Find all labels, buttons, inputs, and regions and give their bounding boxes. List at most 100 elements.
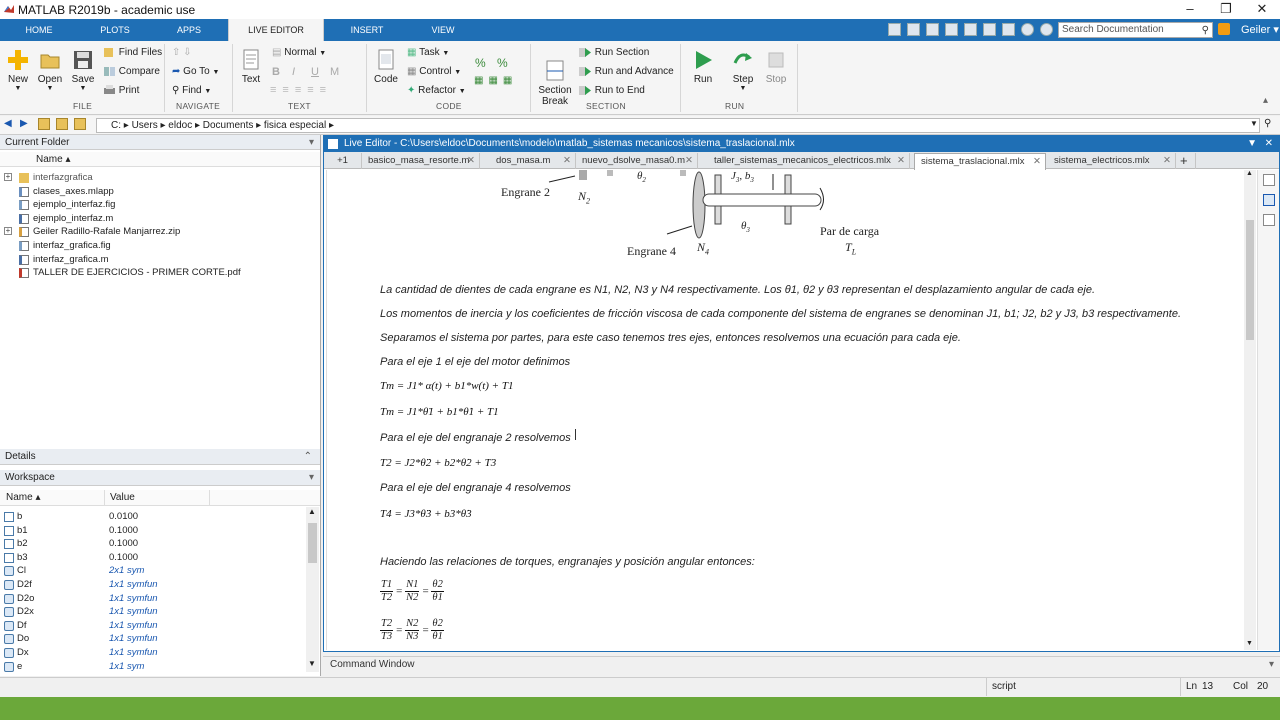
search-documentation-input[interactable]: Search Documentation ⚲ bbox=[1058, 22, 1213, 38]
workspace-row[interactable]: b 0.0100 bbox=[0, 510, 306, 524]
close-tab-icon[interactable]: ✕ bbox=[685, 153, 693, 168]
output-right-icon[interactable] bbox=[1263, 194, 1275, 206]
run-section-button[interactable]: Run Section bbox=[579, 47, 649, 58]
workspace-row[interactable]: D2f 1x1 symfun bbox=[0, 578, 306, 592]
equation-1[interactable]: Tm = J1* α(t) + b1*w(t) + T1 bbox=[380, 380, 513, 392]
tab-live-editor[interactable]: LIVE EDITOR bbox=[228, 19, 324, 41]
tab-plots[interactable]: PLOTS bbox=[84, 19, 146, 41]
workspace-row[interactable]: D2x 1x1 symfun bbox=[0, 605, 306, 619]
back-forward-arrows[interactable]: ⇧ ⇩ bbox=[172, 47, 192, 58]
file-tab[interactable]: nuevo_dsolve_masa0.m ✕ bbox=[576, 153, 698, 169]
close-tab-icon[interactable]: ✕ bbox=[563, 153, 571, 168]
workspace-row[interactable]: b3 0.1000 bbox=[0, 551, 306, 565]
open-button[interactable]: Open ▼ bbox=[36, 49, 64, 92]
insert-code-button[interactable]: Code bbox=[372, 49, 400, 85]
text-paragraph[interactable]: Los momentos de inercia y los coeficient… bbox=[380, 308, 1181, 320]
workspace-row[interactable]: Dx 1x1 symfun bbox=[0, 646, 306, 660]
find-files-button[interactable]: Find Files bbox=[103, 47, 162, 58]
scroll-up-icon[interactable]: ▲ bbox=[1246, 170, 1253, 177]
expand-icon[interactable]: + bbox=[4, 227, 12, 236]
scroll-down-icon[interactable]: ▼ bbox=[1246, 640, 1253, 647]
collapse-ribbon-icon[interactable]: ▴ bbox=[1263, 95, 1268, 106]
tab-apps[interactable]: APPS bbox=[158, 19, 220, 41]
goto-button[interactable]: ➦ Go To ▼ bbox=[172, 66, 219, 77]
details-header[interactable]: Details ⌃ bbox=[0, 449, 320, 465]
find-button[interactable]: ⚲ Find ▼ bbox=[172, 85, 211, 96]
path-dropdown-icon[interactable]: ▼ bbox=[1250, 119, 1258, 128]
workspace-row[interactable]: Cl 2x1 sym bbox=[0, 564, 306, 578]
tab-insert[interactable]: INSERT bbox=[336, 19, 398, 41]
file-tab[interactable]: dos_masa.m ✕ bbox=[490, 153, 576, 169]
insert-text-button[interactable]: Text bbox=[239, 49, 263, 85]
equation-2[interactable]: Tm = J1*θ̈1 + b1*θ̇1 + T1 bbox=[380, 406, 499, 418]
new-tab-plus-icon[interactable]: + bbox=[1176, 153, 1196, 169]
file-tab[interactable]: sistema_electricos.mlx ✕ bbox=[1048, 153, 1176, 169]
text-paragraph[interactable]: Separamos el sistema por partes, para es… bbox=[380, 332, 961, 344]
comment-percent-icon[interactable]: % bbox=[475, 56, 486, 70]
workspace-row[interactable]: e 1x1 sym bbox=[0, 660, 306, 674]
uncomment-icon[interactable]: % bbox=[497, 56, 508, 70]
run-to-end-button[interactable]: Run to End bbox=[579, 85, 645, 96]
workspace-row[interactable]: D2o 1x1 symfun bbox=[0, 592, 306, 606]
expand-icon[interactable]: + bbox=[4, 173, 12, 181]
path-segment[interactable]: Users bbox=[132, 120, 158, 131]
editor-close-icon[interactable]: ✕ bbox=[1265, 136, 1273, 152]
chevron-up-icon[interactable]: ⌃ bbox=[304, 449, 312, 465]
print-button[interactable]: Print bbox=[103, 85, 139, 96]
maximize-button[interactable]: ❐ bbox=[1208, 0, 1244, 19]
run-button[interactable]: Run bbox=[689, 49, 717, 85]
paste-quick-icon[interactable] bbox=[945, 23, 958, 36]
save-button[interactable]: Save ▼ bbox=[70, 49, 96, 92]
path-segment[interactable]: C: bbox=[111, 120, 121, 131]
cut-quick-icon[interactable] bbox=[907, 23, 920, 36]
list-align-icons[interactable]: ≡≡≡≡≡ bbox=[270, 84, 332, 96]
folder-up-icon[interactable] bbox=[38, 118, 50, 130]
help-quick-icon[interactable] bbox=[1021, 23, 1034, 36]
panel-menu-icon[interactable]: ▾ bbox=[1269, 657, 1274, 672]
save-quick-icon[interactable] bbox=[888, 23, 901, 36]
compare-button[interactable]: Compare bbox=[103, 66, 160, 77]
search-folder-icon[interactable]: ⚲ bbox=[1264, 118, 1271, 129]
scroll-up-icon[interactable]: ▲ bbox=[308, 507, 316, 516]
workspace-row[interactable]: Df 1x1 symfun bbox=[0, 619, 306, 633]
switch-windows-icon[interactable] bbox=[1002, 23, 1015, 36]
monospace-button[interactable]: M bbox=[330, 66, 339, 78]
folder-nav-icon[interactable] bbox=[56, 118, 68, 130]
underline-button[interactable]: U bbox=[311, 66, 319, 78]
user-menu[interactable]: Geiler ▾ bbox=[1241, 23, 1279, 36]
forward-arrow-icon[interactable]: ▶ bbox=[20, 118, 28, 129]
path-segment[interactable]: fisica especial bbox=[264, 120, 326, 131]
equation-ratio-2[interactable]: T2 T3 = N2 N3 = θ2 θ1 bbox=[380, 618, 444, 643]
text-paragraph[interactable]: Haciendo las relaciones de torques, engr… bbox=[380, 556, 755, 568]
equation-4[interactable]: T4 = J3*θ̈3 + b3*θ̇3 bbox=[380, 508, 472, 520]
tab-home[interactable]: HOME bbox=[8, 19, 70, 41]
italic-button[interactable]: I bbox=[292, 66, 295, 78]
notification-bell-icon[interactable] bbox=[1218, 23, 1230, 35]
file-tab-active[interactable]: sistema_traslacional.mlx ✕ bbox=[914, 153, 1046, 170]
stop-button[interactable]: Stop bbox=[762, 49, 790, 85]
scroll-thumb[interactable] bbox=[308, 523, 317, 563]
collapse-quick-icon[interactable] bbox=[1040, 23, 1053, 36]
scroll-thumb[interactable] bbox=[1246, 220, 1254, 340]
workspace-row[interactable]: b1 0.1000 bbox=[0, 524, 306, 538]
indent-icons[interactable]: ▦▦▦ bbox=[474, 75, 517, 86]
workspace-row[interactable]: b2 0.1000 bbox=[0, 537, 306, 551]
run-advance-button[interactable]: Run and Advance bbox=[579, 66, 674, 77]
step-button[interactable]: Step ▼ bbox=[729, 49, 757, 92]
text-paragraph[interactable]: Para el eje del engranaje 2 resolvemos bbox=[380, 432, 571, 444]
workspace-scrollbar[interactable]: ▲ ▼ bbox=[306, 507, 319, 672]
output-inline-icon[interactable] bbox=[1263, 174, 1275, 186]
panel-menu-icon[interactable]: ▾ bbox=[309, 135, 314, 150]
minimize-button[interactable]: – bbox=[1172, 0, 1208, 19]
panel-menu-icon[interactable]: ▾ bbox=[309, 470, 314, 486]
tab-view[interactable]: VIEW bbox=[412, 19, 474, 41]
hide-code-icon[interactable] bbox=[1263, 214, 1275, 226]
redo-quick-icon[interactable] bbox=[983, 23, 996, 36]
file-tab[interactable]: basico_masa_resorte.m ✕ bbox=[362, 153, 480, 169]
bold-button[interactable]: B bbox=[272, 66, 280, 78]
editor-menu-icon[interactable]: ▼ bbox=[1247, 136, 1257, 152]
browse-folder-icon[interactable] bbox=[74, 118, 86, 130]
close-tab-icon[interactable]: ✕ bbox=[1033, 154, 1041, 169]
copy-quick-icon[interactable] bbox=[926, 23, 939, 36]
text-paragraph[interactable]: La cantidad de dientes de cada engrane e… bbox=[380, 284, 1095, 296]
